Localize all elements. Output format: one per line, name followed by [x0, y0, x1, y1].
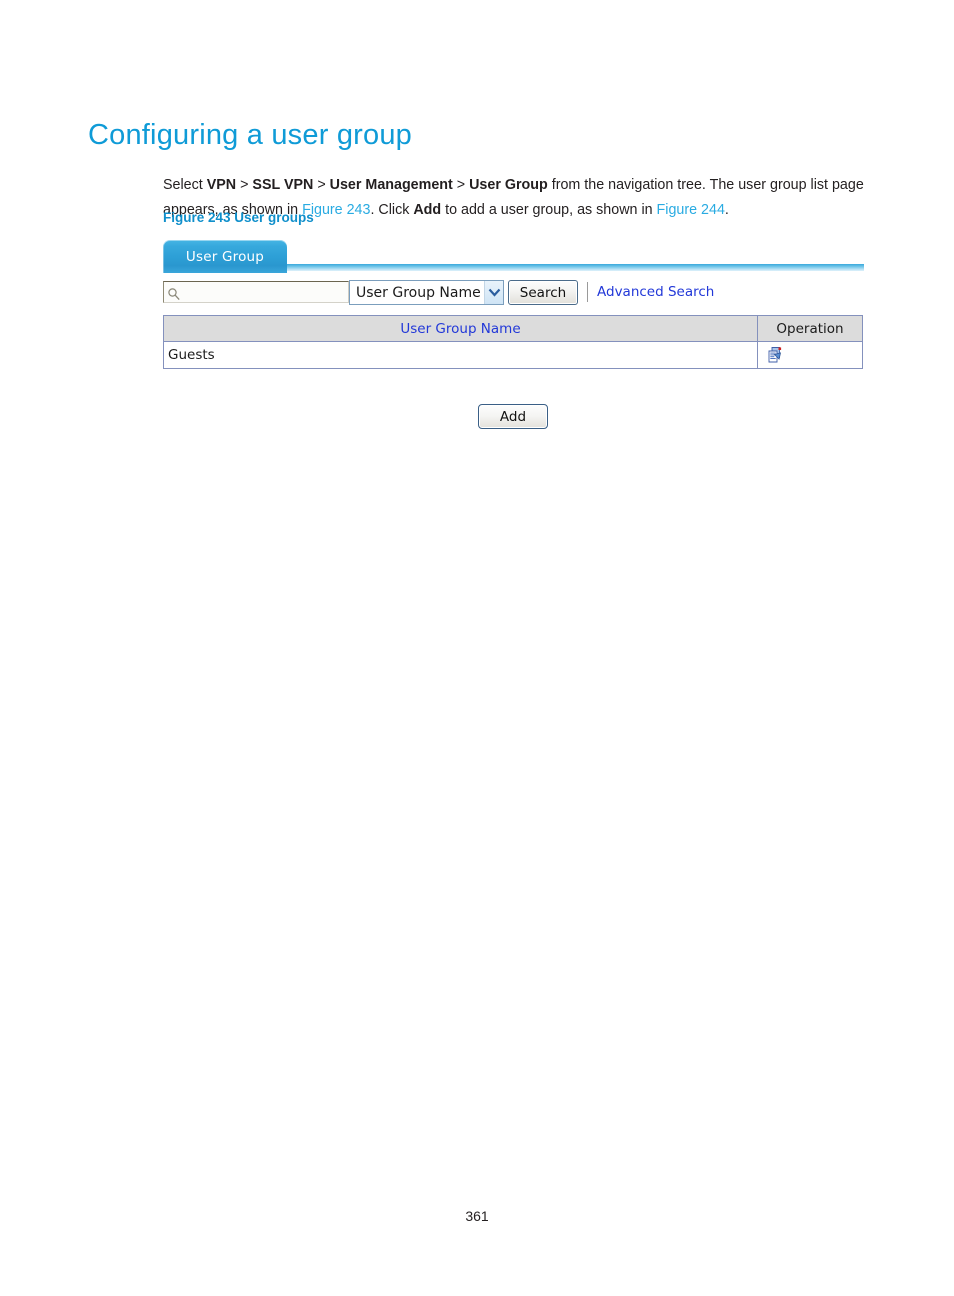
tab-strip-underline — [281, 264, 864, 271]
chevron-down-icon[interactable] — [484, 281, 503, 304]
page-number: 361 — [465, 1208, 489, 1224]
paragraph-lead: Select — [163, 177, 207, 194]
cell-user-group-name: Guests — [163, 341, 758, 369]
nav-separator: > — [236, 177, 253, 194]
add-button[interactable]: Add — [478, 404, 548, 429]
edit-copy-icon[interactable] — [766, 346, 784, 364]
nav-separator: > — [452, 177, 470, 194]
paragraph-text-mid-3: to add a user group, as shown in — [441, 202, 657, 219]
search-icon — [167, 286, 181, 301]
column-header-operation: Operation — [757, 315, 863, 342]
cross-reference-figure-244[interactable]: Figure 244 — [657, 202, 725, 218]
toolbar-divider — [587, 282, 588, 302]
figure-caption: Figure 243 User groups — [163, 210, 314, 225]
nav-path-user-management: User Management — [329, 177, 453, 194]
column-header-user-group-name[interactable]: User Group Name — [163, 315, 758, 342]
nav-path-ssl-vpn: SSL VPN — [252, 177, 314, 194]
search-button[interactable]: Search — [508, 280, 578, 305]
search-input[interactable] — [183, 283, 350, 304]
advanced-search-link[interactable]: Advanced Search — [597, 280, 714, 304]
nav-path-user-group: User Group — [469, 177, 548, 194]
page-title: Configuring a user group — [88, 119, 412, 152]
embedded-app-screenshot: User Group User Group Name Search Advanc… — [163, 239, 864, 434]
user-group-table: User Group Name Operation Guests — [163, 315, 863, 369]
search-input-container[interactable] — [163, 281, 350, 304]
tab-strip: User Group — [163, 239, 864, 274]
paragraph-tail: . — [724, 202, 729, 219]
search-filter-select[interactable]: User Group Name — [349, 280, 504, 305]
tab-user-group[interactable]: User Group — [163, 240, 287, 273]
search-toolbar: User Group Name Search Advanced Search — [163, 280, 864, 306]
table-header-row: User Group Name Operation — [163, 315, 863, 342]
table-row: Guests — [163, 341, 863, 369]
nav-separator: > — [313, 177, 330, 194]
search-filter-selected-value: User Group Name — [356, 285, 481, 301]
bold-add-keyword: Add — [413, 202, 442, 219]
paragraph-text-mid-2: . Click — [370, 202, 414, 219]
tab-user-group-label: User Group — [185, 249, 265, 265]
nav-path-vpn: VPN — [206, 177, 237, 194]
cell-operation — [757, 341, 863, 369]
